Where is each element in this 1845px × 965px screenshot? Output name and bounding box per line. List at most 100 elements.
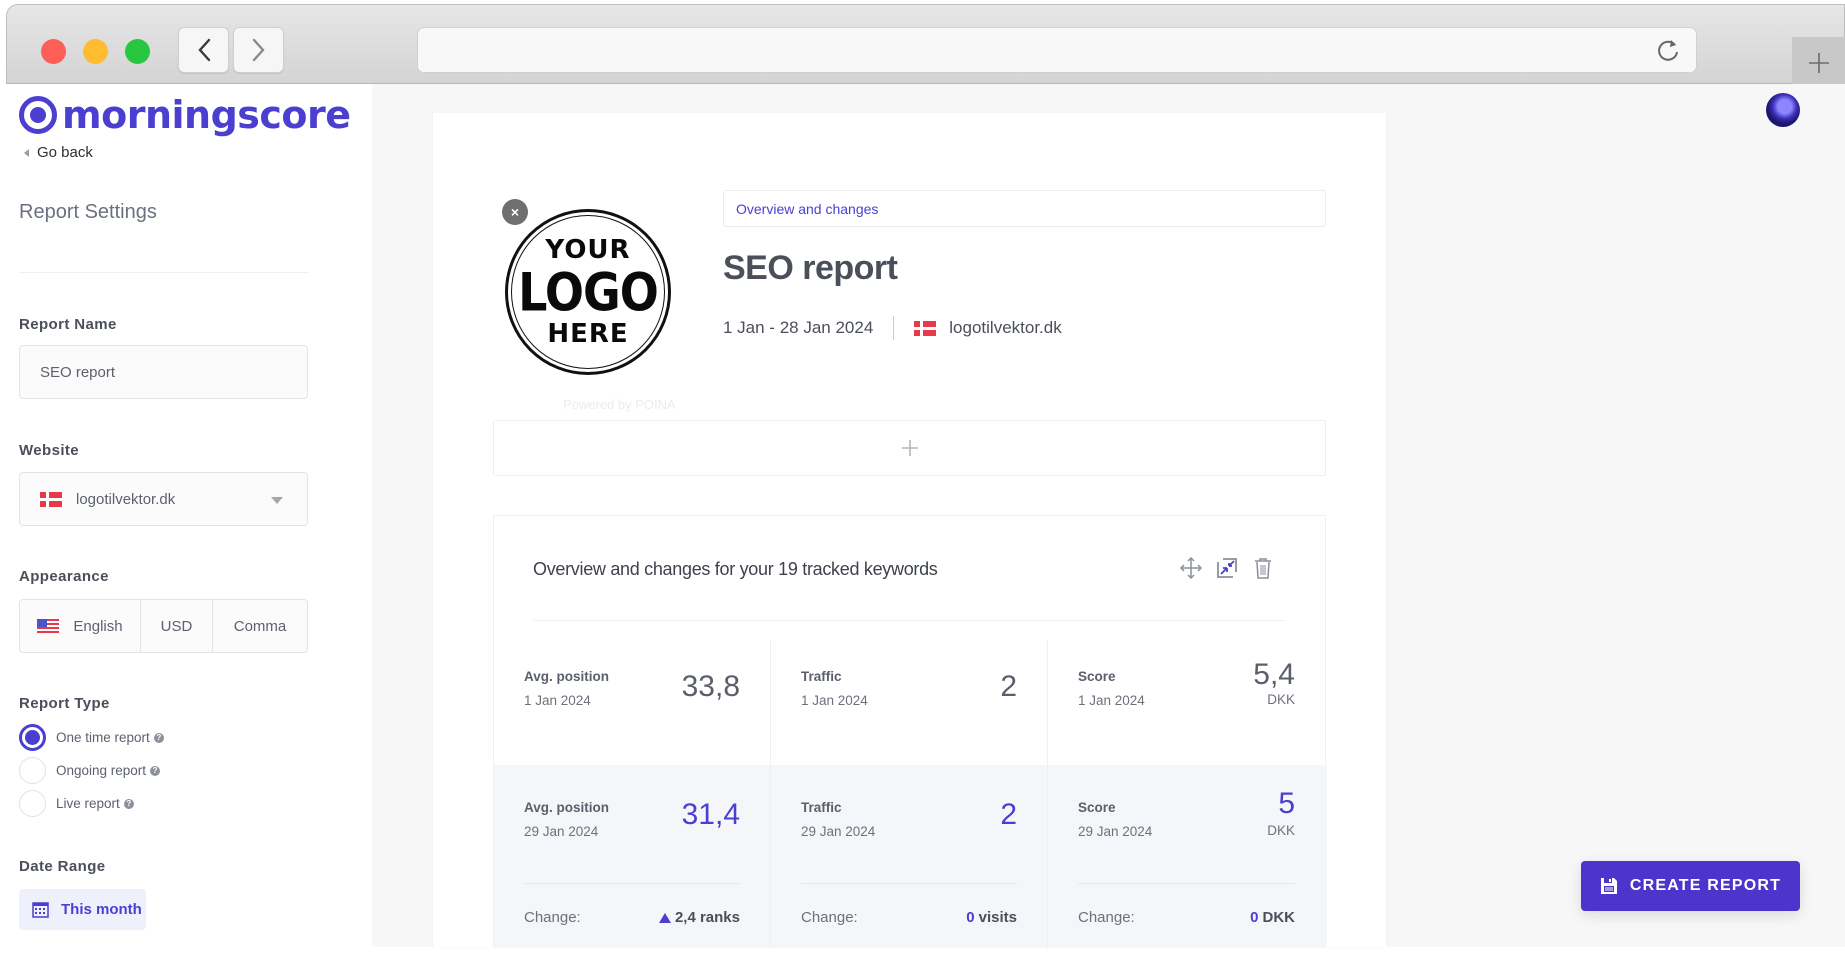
logo-text-line: LOGO (518, 260, 659, 324)
stat-avg-position-start: Avg. position 1 Jan 2024 33,8 (494, 640, 771, 765)
stat-date: 1 Jan 2024 (801, 693, 868, 708)
radio-live-report[interactable]: Live report ? (19, 790, 134, 817)
currency-value: USD (160, 617, 193, 635)
address-bar[interactable] (417, 27, 1697, 73)
stat-value: 2 (1000, 798, 1017, 831)
change-unit: DKK (1262, 909, 1296, 926)
change-unit: visits (978, 909, 1017, 926)
report-title: SEO report (723, 249, 898, 287)
stat-name: Score (1078, 669, 1116, 684)
stat-name: Traffic (801, 800, 842, 815)
report-date-range: 1 Jan - 28 Jan 2024 (723, 318, 874, 337)
stat-score-start: Score 1 Jan 2024 5,4 DKK (1048, 640, 1325, 765)
website-label: Website (19, 442, 80, 459)
logo-text-line: YOUR (545, 235, 631, 265)
stat-unit: DKK (1267, 823, 1295, 838)
help-icon[interactable]: ? (150, 765, 161, 776)
new-tab-button[interactable] (1792, 37, 1845, 89)
forward-button[interactable] (233, 27, 284, 73)
brand-name: morningscore (62, 93, 351, 137)
stat-value: 33,8 (681, 670, 740, 703)
radio-button[interactable] (19, 790, 46, 817)
stat-value: 31,4 (681, 798, 740, 831)
appearance-selector: English USD Comma (19, 599, 308, 653)
change-label: Change: (1078, 909, 1135, 926)
remove-logo-button[interactable]: × (502, 199, 528, 225)
widget-title: Overview and changes for your 19 tracked… (533, 559, 938, 579)
stat-avg-position-end: Avg. position 29 Jan 2024 31,4 Change: 2… (494, 765, 771, 948)
stat-name: Traffic (801, 669, 842, 684)
stat-date: 1 Jan 2024 (1078, 693, 1145, 708)
go-back-link[interactable]: Go back (24, 144, 93, 161)
change-value: 0 visits (966, 909, 1017, 926)
divider (524, 883, 740, 884)
report-preview: YOUR LOGO HERE × Powered by POINA Overvi… (433, 113, 1386, 948)
divider (893, 316, 895, 340)
radio-label: One time report (56, 730, 150, 745)
chevron-right-icon (252, 38, 265, 62)
minimize-window-button[interactable] (83, 39, 108, 64)
move-icon[interactable] (1179, 556, 1203, 580)
maximize-window-button[interactable] (125, 39, 150, 64)
change-value: 2,4 ranks (658, 909, 740, 926)
report-tag-input[interactable]: Overview and changes (723, 190, 1326, 227)
language-select[interactable]: English (20, 600, 141, 652)
radio-one-time-report[interactable]: One time report ? (19, 724, 164, 751)
stat-name: Avg. position (524, 800, 609, 815)
save-icon (1600, 878, 1617, 894)
stat-value: 2 (1000, 670, 1017, 703)
create-report-button[interactable]: CREATE REPORT (1581, 861, 1800, 911)
stat-name: Avg. position (524, 669, 609, 684)
decimal-separator-select[interactable]: Comma (213, 600, 307, 652)
resize-icon[interactable] (1215, 556, 1239, 580)
reload-icon[interactable] (1656, 38, 1682, 64)
back-button[interactable] (178, 27, 229, 73)
add-block-button[interactable] (493, 420, 1326, 476)
change-unit: ranks (699, 909, 740, 926)
help-icon[interactable]: ? (153, 732, 164, 743)
trash-icon[interactable] (1251, 556, 1275, 580)
language-value: English (73, 617, 123, 635)
report-name-input[interactable]: SEO report (19, 345, 308, 399)
help-icon[interactable]: ? (123, 798, 134, 809)
stat-traffic-start: Traffic 1 Jan 2024 2 (771, 640, 1048, 765)
overview-widget: Overview and changes for your 19 tracked… (493, 515, 1327, 948)
change-number: 0 (966, 909, 975, 926)
website-select[interactable]: logotilvektor.dk (19, 472, 308, 526)
change-value: 0 DKK (1250, 909, 1295, 926)
close-window-button[interactable] (41, 39, 66, 64)
website-value: logotilvektor.dk (76, 490, 176, 508)
brand-logo[interactable]: morningscore (19, 96, 351, 134)
go-back-label: Go back (37, 144, 93, 161)
caret-left-icon (24, 148, 29, 157)
change-number: 0 (1250, 909, 1259, 926)
stats-end-row: Avg. position 29 Jan 2024 31,4 Change: 2… (494, 765, 1327, 948)
stat-date: 29 Jan 2024 (801, 824, 876, 839)
stat-value: 5,4 (1253, 658, 1295, 691)
date-range-button[interactable]: This month (19, 889, 146, 930)
calendar-icon (32, 902, 49, 918)
user-avatar[interactable] (1766, 93, 1800, 127)
stat-date: 1 Jan 2024 (524, 693, 591, 708)
date-range-value: This month (61, 901, 142, 918)
radio-ongoing-report[interactable]: Ongoing report ? (19, 757, 161, 784)
stat-name: Score (1078, 800, 1116, 815)
us-flag-icon (37, 619, 60, 633)
logo-text-line: HERE (547, 319, 629, 349)
stats-start-row: Avg. position 1 Jan 2024 33,8 Traffic 1 … (494, 640, 1327, 765)
dk-flag-icon (40, 491, 62, 507)
date-range-label: Date Range (19, 858, 106, 875)
report-type-label: Report Type (19, 695, 110, 712)
radio-button[interactable] (19, 757, 46, 784)
currency-select[interactable]: USD (141, 600, 213, 652)
appearance-label: Appearance (19, 568, 109, 585)
change-label: Change: (524, 909, 581, 926)
report-logo[interactable]: YOUR LOGO HERE (505, 209, 671, 375)
logo-placeholder: YOUR LOGO HERE (511, 215, 665, 369)
page: morningscore Go back Report Settings Rep… (0, 84, 1845, 948)
radio-label: Ongoing report (56, 763, 147, 778)
divider (19, 272, 309, 273)
radio-label: Live report (56, 796, 120, 811)
divider (533, 620, 1285, 621)
radio-button-selected[interactable] (19, 724, 46, 751)
